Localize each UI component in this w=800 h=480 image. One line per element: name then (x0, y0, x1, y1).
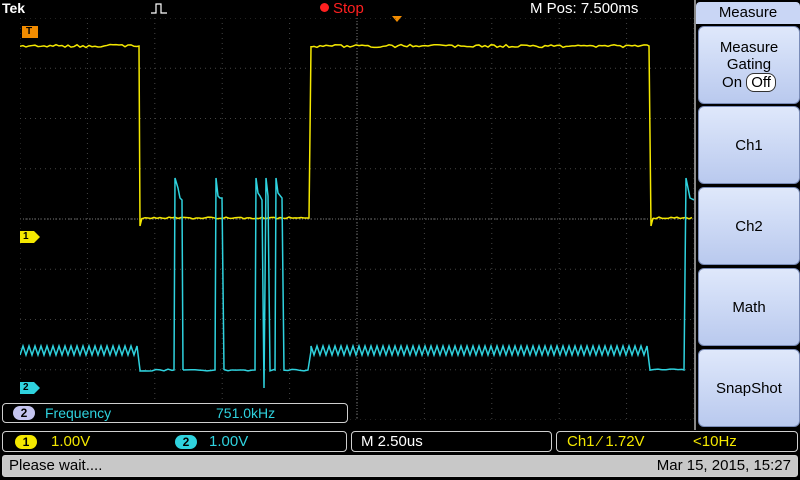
graticule-grid (20, 18, 694, 420)
gating-label: Measure Gating (709, 39, 789, 73)
channel-scale-box[interactable]: 1 1.00V 2 1.00V (2, 431, 347, 452)
menu-snapshot-button[interactable]: SnapShot (698, 349, 800, 427)
gating-toggle: On Off (722, 73, 776, 92)
ch2-vertical-scale: 1.00V (209, 432, 248, 451)
trigger-box[interactable]: Ch1 ⁄ 1.72V <10Hz (556, 431, 798, 452)
menu-ch1-button[interactable]: Ch1 (698, 106, 800, 184)
acquisition-state: Stop (333, 0, 364, 17)
measurement-name: Frequency (45, 405, 111, 421)
graticule-svg (20, 18, 694, 420)
ch1-waveform (20, 45, 692, 226)
brand-logo: Tek (2, 0, 25, 16)
bottom-status-area: 1 1.00V 2 1.00V M 2.50us Ch1 ⁄ 1.72V <10… (0, 430, 800, 480)
menu-ch2-button[interactable]: Ch2 (698, 187, 800, 265)
menu-title: Measure (696, 2, 800, 24)
waveform-display: 1 2 (20, 18, 694, 420)
side-menu: Measure Measure Gating On Off Ch1 Ch2 Ma… (694, 0, 800, 430)
trigger-source-level: Ch1 ⁄ 1.72V (567, 432, 645, 451)
timebase-box[interactable]: M 2.50us (351, 431, 552, 452)
stop-indicator-icon (320, 3, 329, 12)
measurement-channel-badge: 2 (13, 406, 35, 420)
message-bar: Please wait.... Mar 15, 2015, 15:27 (2, 455, 798, 477)
horizontal-position-readout: M Pos: 7.500ms (530, 0, 638, 17)
pulse-trigger-icon (150, 1, 168, 15)
gating-on-label: On (722, 74, 742, 91)
trigger-frequency: <10Hz (693, 432, 737, 451)
measurement-readout: 2 Frequency 751.0kHz (2, 403, 348, 423)
ch1-badge: 1 (15, 435, 37, 449)
top-status-bar: Tek Stop M Pos: 7.500ms (0, 0, 694, 18)
measurement-value: 751.0kHz (216, 405, 275, 421)
ch1-vertical-scale: 1.00V (51, 432, 90, 451)
gating-off-label: Off (746, 73, 776, 92)
ch2-badge: 2 (175, 435, 197, 449)
date-time: Mar 15, 2015, 15:27 (657, 456, 791, 476)
timebase-readout: M 2.50us (361, 432, 423, 451)
menu-math-button[interactable]: Math (698, 268, 800, 346)
measure-gating-button[interactable]: Measure Gating On Off (698, 26, 800, 104)
status-message: Please wait.... (9, 456, 102, 476)
